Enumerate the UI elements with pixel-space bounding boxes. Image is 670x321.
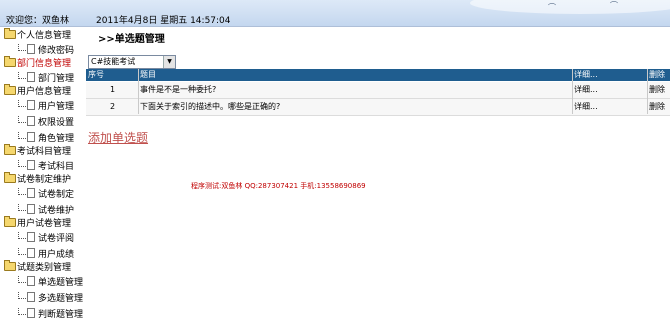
- sidebar-group-paper[interactable]: 试卷制定维护: [4, 172, 71, 187]
- add-question-link[interactable]: 添加单选题: [88, 129, 148, 146]
- folder-icon: [4, 56, 16, 67]
- sidebar-item-user[interactable]: 用户管理: [18, 100, 74, 113]
- folder-icon: [4, 84, 16, 95]
- folder-icon: [4, 172, 16, 183]
- cell-no: 1: [110, 85, 116, 94]
- col-no: 序号: [88, 70, 104, 79]
- cell-question: 下面关于索引的描述中。哪些是正确的?: [140, 102, 281, 111]
- exam-select-value: C#技能考试: [91, 57, 136, 66]
- sidebar-item-department[interactable]: 部门管理: [18, 72, 74, 85]
- document-icon: [27, 72, 35, 82]
- document-icon: [27, 204, 35, 214]
- sidebar-group-question-type[interactable]: 试题类别管理: [4, 260, 71, 275]
- document-icon: [27, 232, 35, 242]
- document-icon: [27, 292, 35, 302]
- tree-branch-icon: [18, 44, 26, 51]
- tree-branch-icon: [18, 204, 26, 211]
- sidebar-item-subject[interactable]: 考试科目: [18, 160, 74, 173]
- cell-no: 2: [110, 102, 116, 111]
- tree-branch-icon: [18, 308, 26, 315]
- document-icon: [27, 116, 35, 126]
- tree-branch-icon: [18, 160, 26, 167]
- document-icon: [27, 44, 35, 54]
- sidebar-item-multi-choice[interactable]: 多选题管理: [18, 292, 83, 305]
- sidebar-item-paper-create[interactable]: 试卷制定: [18, 188, 74, 201]
- column-divider: [572, 69, 573, 114]
- tree-branch-icon: [18, 292, 26, 299]
- sidebar-item-change-password[interactable]: 修改密码: [18, 44, 74, 57]
- tree-branch-icon: [18, 116, 26, 123]
- folder-icon: [4, 216, 16, 227]
- cell-question: 事件是不是一种委托?: [140, 85, 217, 94]
- document-icon: [27, 132, 35, 142]
- bird-icon: ⌒: [548, 3, 556, 12]
- detail-link[interactable]: 详细...: [574, 99, 598, 115]
- col-delete: 删除: [649, 70, 665, 79]
- exam-select[interactable]: C#技能考试 ▼: [88, 55, 176, 69]
- header-decoration: [470, 0, 670, 14]
- tree-branch-icon: [18, 276, 26, 283]
- sidebar-item-single-choice[interactable]: 单选题管理: [18, 276, 83, 289]
- detail-link[interactable]: 详细...: [574, 82, 598, 98]
- sidebar-item-user-score[interactable]: 用户成绩: [18, 248, 74, 261]
- tree-branch-icon: [18, 72, 26, 79]
- bird-icon: ⌒: [610, 1, 618, 10]
- col-question: 题目: [140, 70, 156, 79]
- sidebar-group-user[interactable]: 用户信息管理: [4, 84, 71, 99]
- folder-icon: [4, 28, 16, 39]
- folder-icon: [4, 260, 16, 271]
- delete-link[interactable]: 删除: [649, 82, 665, 98]
- folder-icon: [4, 144, 16, 155]
- sidebar-group-personal[interactable]: 个人信息管理: [4, 28, 71, 43]
- sidebar-item-paper-review[interactable]: 试卷评阅: [18, 232, 74, 245]
- tree-branch-icon: [18, 100, 26, 107]
- tester-credit: 程序测试:双鱼林 QQ:287307421 手机:13558690869: [191, 182, 366, 190]
- column-divider: [647, 69, 648, 114]
- document-icon: [27, 188, 35, 198]
- sidebar-item-true-false[interactable]: 判断题管理: [18, 308, 83, 321]
- col-detail: 详细...: [574, 70, 598, 79]
- sidebar-group-department[interactable]: 部门信息管理: [4, 56, 71, 71]
- tree-branch-icon: [18, 248, 26, 255]
- welcome-text: 欢迎您：双鱼林: [6, 16, 70, 26]
- top-header: ⌒ ⌒ 欢迎您：双鱼林 2011年4月8日 星期五 14:57:04: [0, 0, 670, 27]
- chevron-down-icon[interactable]: ▼: [163, 56, 175, 68]
- tree-branch-icon: [18, 232, 26, 239]
- document-icon: [27, 276, 35, 286]
- sidebar-group-user-paper[interactable]: 用户试卷管理: [4, 216, 71, 231]
- sidebar-tree: 个人信息管理 修改密码 部门信息管理 部门管理 用户信息管理 用户管理 权限设置…: [0, 27, 86, 321]
- document-icon: [27, 100, 35, 110]
- sidebar-item-paper-maintain[interactable]: 试卷维护: [18, 204, 74, 217]
- table-row: 2 下面关于索引的描述中。哪些是正确的? 详细... 删除: [86, 99, 670, 116]
- table-row: 1 事件是不是一种委托? 详细... 删除: [86, 82, 670, 99]
- document-icon: [27, 308, 35, 318]
- tree-branch-icon: [18, 188, 26, 195]
- column-divider: [138, 69, 139, 114]
- sidebar-group-subject[interactable]: 考试科目管理: [4, 144, 71, 159]
- delete-link[interactable]: 删除: [649, 99, 665, 115]
- tree-branch-icon: [18, 132, 26, 139]
- page-title: >>单选题管理: [98, 34, 165, 45]
- sidebar-item-role[interactable]: 角色管理: [18, 132, 74, 145]
- datetime-text: 2011年4月8日 星期五 14:57:04: [96, 16, 231, 26]
- document-icon: [27, 248, 35, 258]
- document-icon: [27, 160, 35, 170]
- table-header: 序号 题目 详细... 删除: [86, 69, 670, 81]
- sidebar-item-permission[interactable]: 权限设置: [18, 116, 74, 129]
